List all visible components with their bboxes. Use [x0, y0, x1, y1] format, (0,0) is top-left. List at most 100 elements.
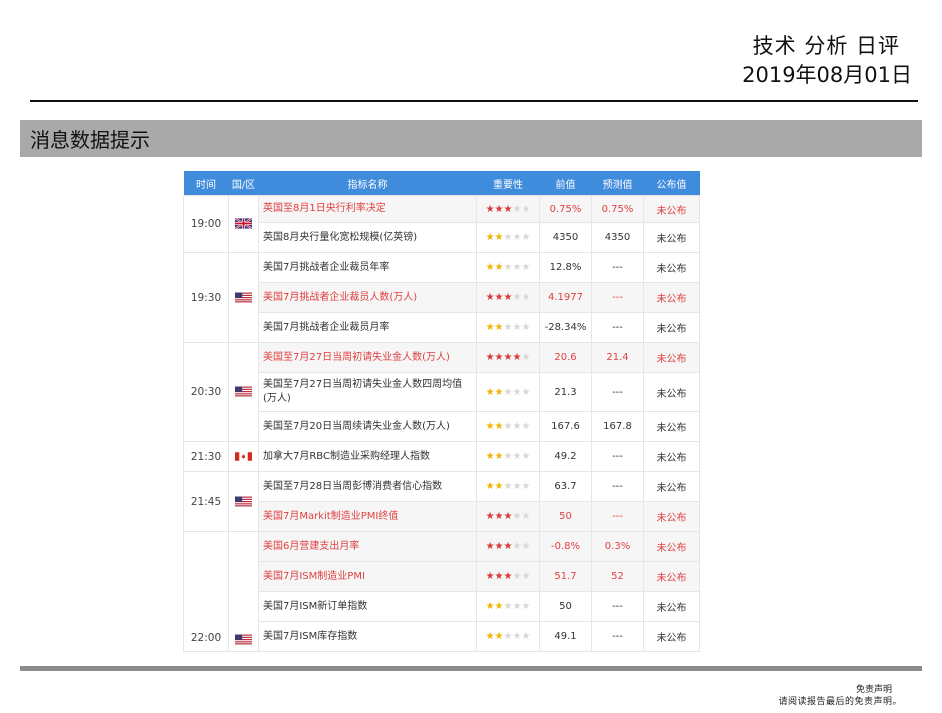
actual-value: 未公布: [643, 342, 700, 373]
forecast-value: ---: [591, 621, 644, 652]
country-flag-cell: [228, 342, 259, 442]
star-filled-icon: ★: [494, 541, 504, 552]
forecast-value: 21.4: [591, 342, 644, 373]
star-filled-icon: ★: [494, 421, 504, 432]
canada-flag-icon: [235, 452, 252, 461]
col-header-indicator: 指标名称: [258, 171, 477, 196]
us-flag-icon: [235, 634, 252, 644]
forecast-value: 0.3%: [591, 531, 644, 562]
star-empty-icon: ★: [521, 386, 531, 398]
indicator-name: 美国至7月20日当周续请失业金人数(万人): [258, 411, 477, 442]
country-flag-cell: [228, 195, 259, 253]
previous-value: 12.8%: [539, 252, 592, 283]
table-row: 美国7月ISM库存指数 ★★★★★ 49.1 --- 未公布: [184, 621, 700, 652]
economic-calendar-table: 时间 国/区 指标名称 重要性 前值 预测值 公布值 19:00 英国至8月1日央…: [183, 171, 700, 652]
importance-stars: ★★★★★: [476, 531, 540, 562]
importance-stars: ★★★★★: [476, 411, 540, 442]
previous-value: -0.8%: [539, 531, 592, 562]
previous-value: 50: [539, 591, 592, 622]
time-cell: 21:30: [183, 441, 229, 472]
table-row: 美国至7月27日当周初请失业金人数四周均值(万人) ★★★★★ 21.3 --- 未公布: [184, 372, 700, 412]
star-filled-icon: ★: [494, 386, 504, 398]
table-row: 22:00 美国6月营建支出月率 ★★★★★ -0.8% 0.3% 未公布: [183, 531, 700, 652]
forecast-value: ---: [591, 282, 644, 313]
table-body: 19:00 英国至8月1日央行利率决定 ★★★★★ 0.75% 0.75% 未公布 英国8月…: [183, 195, 700, 652]
time-cell: 21:45: [183, 471, 229, 532]
indicator-name: 美国7月ISM制造业PMI: [258, 561, 477, 592]
us-flag-icon: [235, 496, 252, 507]
time-cell: 22:00: [183, 531, 229, 652]
forecast-value: ---: [591, 501, 644, 532]
indicator-name: 美国7月挑战者企业裁员年率: [258, 252, 477, 283]
importance-stars: ★★★★★: [476, 591, 540, 622]
forecast-value: 4350: [591, 222, 644, 253]
indicator-name: 美国7月挑战者企业裁员月率: [258, 312, 477, 343]
importance-stars: ★★★★★: [476, 342, 540, 373]
forecast-value: ---: [591, 252, 644, 283]
table-row: 19:30 美国7月挑战者企业裁员年率 ★★★★★ 12.8% --- 未公布: [183, 252, 700, 343]
star-filled-icon: ★: [485, 352, 495, 363]
star-filled-icon: ★: [485, 292, 495, 303]
star-filled-icon: ★: [485, 511, 495, 522]
disclaimer-note: 请阅读报告最后的免责声明。: [778, 697, 902, 707]
star-filled-icon: ★: [485, 481, 495, 492]
forecast-value: 0.75%: [591, 195, 644, 223]
previous-value: 0.75%: [539, 195, 592, 223]
report-title: 技术 分析 日评: [752, 34, 900, 58]
star-empty-icon: ★: [521, 292, 531, 303]
importance-stars: ★★★★★: [476, 561, 540, 592]
previous-value: 50: [539, 501, 592, 532]
actual-value: 未公布: [643, 591, 700, 622]
star-empty-icon: ★: [521, 232, 531, 243]
star-empty-icon: ★: [521, 601, 531, 612]
actual-value: 未公布: [643, 372, 700, 412]
star-filled-icon: ★: [494, 511, 504, 522]
section-title: 消息数据提示: [20, 120, 922, 157]
importance-stars: ★★★★★: [476, 621, 540, 652]
actual-value: 未公布: [643, 312, 700, 343]
forecast-value: ---: [591, 441, 644, 472]
star-filled-icon: ★: [485, 322, 495, 333]
country-flag-cell: [228, 471, 259, 532]
indicator-name: 英国8月央行量化宽松规模(亿英镑): [258, 222, 477, 253]
table-row: 美国7月挑战者企业裁员人数(万人) ★★★★★ 4.1977 --- 未公布: [184, 282, 700, 313]
previous-value: 49.2: [539, 441, 592, 472]
table-row: 21:45 美国至7月28日当周彭博消费者信心指数 ★★★★★ 63.7 --- 未公布: [183, 471, 700, 532]
indicator-name: 美国至7月27日当周初请失业金人数(万人): [258, 342, 477, 373]
col-header-previous: 前值: [539, 171, 592, 196]
importance-stars: ★★★★★: [476, 312, 540, 343]
previous-value: 51.7: [539, 561, 592, 592]
indicator-name: 美国6月营建支出月率: [258, 531, 477, 562]
star-filled-icon: ★: [485, 541, 495, 552]
indicator-name: 英国至8月1日央行利率决定: [258, 195, 477, 223]
star-empty-icon: ★: [521, 631, 531, 642]
star-filled-icon: ★: [485, 571, 495, 582]
star-filled-icon: ★: [494, 601, 504, 612]
importance-stars: ★★★★★: [476, 252, 540, 283]
indicator-name: 美国7月Markit制造业PMI终值: [258, 501, 477, 532]
star-filled-icon: ★: [494, 322, 504, 333]
actual-value: 未公布: [643, 411, 700, 442]
previous-value: 4.1977: [539, 282, 592, 313]
importance-stars: ★★★★★: [476, 372, 540, 412]
footer-divider: [20, 666, 922, 671]
col-header-forecast: 预测值: [591, 171, 644, 196]
table-row: 英国8月央行量化宽松规模(亿英镑) ★★★★★ 4350 4350 未公布: [184, 222, 700, 253]
star-filled-icon: ★: [485, 451, 495, 462]
indicator-name: 美国至7月28日当周彭博消费者信心指数: [258, 471, 477, 502]
table-row: 美国至7月20日当周续请失业金人数(万人) ★★★★★ 167.6 167.8 未公布: [184, 411, 700, 442]
importance-stars: ★★★★★: [476, 222, 540, 253]
previous-value: 167.6: [539, 411, 592, 442]
actual-value: 未公布: [643, 561, 700, 592]
calendar-table-wrap: 时间 国/区 指标名称 重要性 前值 预测值 公布值 19:00 英国至8月1日央…: [183, 171, 700, 652]
star-filled-icon: ★: [494, 292, 504, 303]
star-filled-icon: ★: [485, 203, 495, 215]
actual-value: 未公布: [643, 282, 700, 313]
actual-value: 未公布: [643, 441, 700, 472]
previous-value: 49.1: [539, 621, 592, 652]
time-cell: 20:30: [183, 342, 229, 442]
us-flag-icon: [235, 292, 252, 303]
star-empty-icon: ★: [521, 203, 531, 215]
time-cell: 19:00: [183, 195, 229, 253]
table-row: 美国7月挑战者企业裁员月率 ★★★★★ -28.34% --- 未公布: [184, 312, 700, 343]
